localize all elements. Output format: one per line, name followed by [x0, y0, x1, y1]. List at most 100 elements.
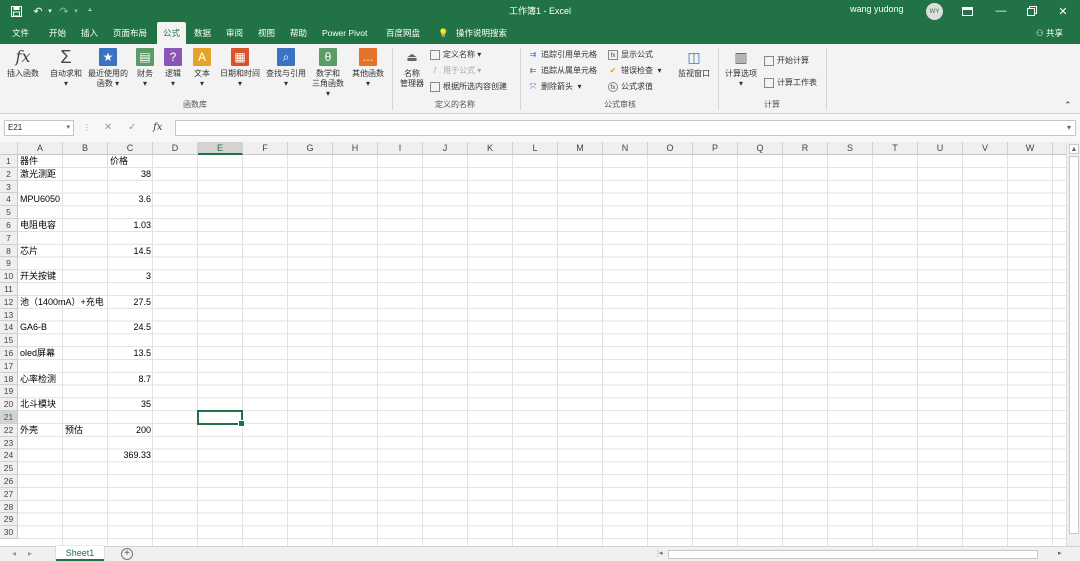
trace-precedents-button[interactable]: ⇉ 追踪引用单元格 [528, 50, 597, 60]
row-header-2[interactable]: 2 [0, 167, 18, 181]
row-header-4[interactable]: 4 [0, 193, 18, 207]
cell-a6[interactable]: 电阻电容 [20, 219, 56, 232]
tab-insert[interactable]: 插入 [81, 22, 98, 44]
scroll-up-icon[interactable]: ▲ [1069, 144, 1079, 154]
scrollbar-thumb[interactable] [1069, 156, 1079, 534]
tab-home[interactable]: 开始 [49, 22, 66, 44]
cell-c18[interactable]: 8.7 [108, 373, 153, 386]
column-header-s[interactable]: S [828, 142, 873, 155]
cell-c10[interactable]: 3 [108, 270, 153, 283]
cell-a22[interactable]: 外壳 [20, 424, 38, 437]
sheet-next-icon[interactable]: ▸ [28, 549, 32, 558]
vertical-scrollbar[interactable]: ▲ [1066, 142, 1080, 546]
row-header-27[interactable]: 27 [0, 487, 18, 501]
cell-c4[interactable]: 3.6 [108, 193, 153, 206]
row-header-1[interactable]: 1 [0, 155, 18, 168]
active-cell-border[interactable] [197, 410, 245, 427]
column-header-g[interactable]: G [288, 142, 333, 155]
row-header-11[interactable]: 11 [0, 283, 18, 296]
ribbon-display-icon[interactable] [950, 0, 984, 22]
collapse-ribbon-icon[interactable]: ⌃ [1064, 100, 1072, 110]
calc-now-button[interactable]: 开始计算 [764, 56, 809, 66]
cell-a20[interactable]: 北斗模块 [20, 398, 56, 411]
worksheet-grid[interactable]: ABCDEFGHIJKLMNOPQRSTUVW 1 2 3 4 5 6 7 8 9 10 11 12 1… [0, 142, 1080, 546]
more-functions-button[interactable]: … 其他函数 ▾ [349, 48, 387, 89]
minimize-icon[interactable]: — [984, 0, 1018, 22]
cell-c6[interactable]: 1.03 [108, 219, 153, 232]
cell-c12[interactable]: 27.5 [108, 296, 153, 309]
cell-a1[interactable]: 器件 [20, 155, 38, 168]
watch-window-button[interactable]: ◫ 监视窗口 [676, 48, 712, 79]
insert-function-icon[interactable]: fx [153, 120, 162, 136]
column-header-f[interactable]: F [243, 142, 288, 155]
tab-power-pivot[interactable]: Power Pivot [322, 22, 367, 44]
row-header-20[interactable]: 20 [0, 398, 18, 411]
formula-bar-options-icon[interactable]: ⋮ [83, 120, 91, 136]
column-header-a[interactable]: A [18, 142, 63, 155]
column-header-j[interactable]: J [423, 142, 468, 155]
column-header-n[interactable]: N [603, 142, 648, 155]
cell-a2[interactable]: 激光测距 [20, 168, 56, 181]
cell-a14[interactable]: GA6-B [20, 321, 47, 334]
add-sheet-icon[interactable]: + [121, 548, 133, 560]
row-header-15[interactable]: 15 [0, 334, 18, 347]
column-header-u[interactable]: U [918, 142, 963, 155]
tab-data[interactable]: 数据 [194, 22, 211, 44]
column-header-w[interactable]: W [1008, 142, 1053, 155]
tab-baidu[interactable]: 百度网盘 [386, 22, 420, 44]
show-formulas-button[interactable]: fx 显示公式 [608, 50, 653, 60]
name-box[interactable]: E21 ▾ [4, 120, 74, 136]
column-header-m[interactable]: M [558, 142, 603, 155]
expand-formula-bar-icon[interactable]: ▾ [1067, 120, 1071, 136]
tab-review[interactable]: 审阅 [226, 22, 243, 44]
enter-icon[interactable]: ✓ [128, 120, 136, 136]
row-header-30[interactable]: 30 [0, 526, 18, 539]
row-header-22[interactable]: 22 [0, 423, 18, 437]
row-header-23[interactable]: 23 [0, 436, 18, 450]
logical-button[interactable]: ? 逻辑 ▾ [161, 48, 185, 89]
row-header-29[interactable]: 29 [0, 513, 18, 527]
autosum-button[interactable]: Σ 自动求和 ▾ [47, 48, 85, 89]
calc-sheet-button[interactable]: 计算工作表 [764, 78, 817, 88]
sheet-tab[interactable]: Sheet1 [56, 546, 104, 561]
user-name[interactable]: wang yudong [850, 4, 904, 14]
lookup-button[interactable]: ⌕ 查找与引用 ▾ [264, 48, 308, 89]
sheet-prev-icon[interactable]: ◂ [12, 549, 16, 558]
tab-formulas[interactable]: 公式 [157, 22, 187, 44]
cell-c20[interactable]: 35 [108, 398, 153, 411]
insert-function-button[interactable]: fx 插入函数 [4, 48, 42, 79]
cell-c22[interactable]: 200 [108, 424, 153, 437]
row-header-5[interactable]: 5 [0, 206, 18, 219]
close-icon[interactable]: ✕ [1046, 0, 1080, 22]
row-header-8[interactable]: 8 [0, 244, 18, 258]
column-header-o[interactable]: O [648, 142, 693, 155]
calc-options-button[interactable]: ▥ 计算选项 ▾ [722, 48, 760, 89]
cell-a4[interactable]: MPU6050 [20, 193, 60, 206]
column-header-b[interactable]: B [63, 142, 108, 155]
row-header-24[interactable]: 24 [0, 449, 18, 463]
restore-icon[interactable] [1015, 0, 1049, 22]
row-header-3[interactable]: 3 [0, 180, 18, 194]
cell-a10[interactable]: 开关按键 [20, 270, 56, 283]
cell-c1[interactable]: 价格 [110, 155, 128, 168]
row-header-9[interactable]: 9 [0, 257, 18, 271]
row-header-14[interactable]: 14 [0, 321, 18, 335]
column-header-h[interactable]: H [333, 142, 378, 155]
cell-a18[interactable]: 心率检测 [20, 373, 56, 386]
error-checking-button[interactable]: ✔ 错误检查 ▾ [608, 66, 662, 76]
cell-a12[interactable]: 池（1400mA）+充电 [20, 296, 104, 309]
trace-dependents-button[interactable]: ⇇ 追踪从属单元格 [528, 66, 597, 76]
define-name-button[interactable]: 定义名称 ▾ [430, 50, 481, 60]
row-header-17[interactable]: 17 [0, 359, 18, 373]
scroll-right-icon[interactable]: ▸ [1058, 549, 1062, 557]
column-header-p[interactable]: P [693, 142, 738, 155]
row-header-10[interactable]: 10 [0, 270, 18, 283]
formula-input[interactable] [175, 120, 1076, 136]
cell-a8[interactable]: 芯片 [20, 245, 38, 258]
row-header-18[interactable]: 18 [0, 372, 18, 386]
remove-arrows-button[interactable]: ⤧ 删除箭头 ▾ [528, 82, 582, 92]
avatar[interactable]: WY [926, 3, 943, 20]
row-header-19[interactable]: 19 [0, 385, 18, 399]
financial-button[interactable]: ▤ 财务 ▾ [133, 48, 157, 89]
row-header-12[interactable]: 12 [0, 295, 18, 309]
